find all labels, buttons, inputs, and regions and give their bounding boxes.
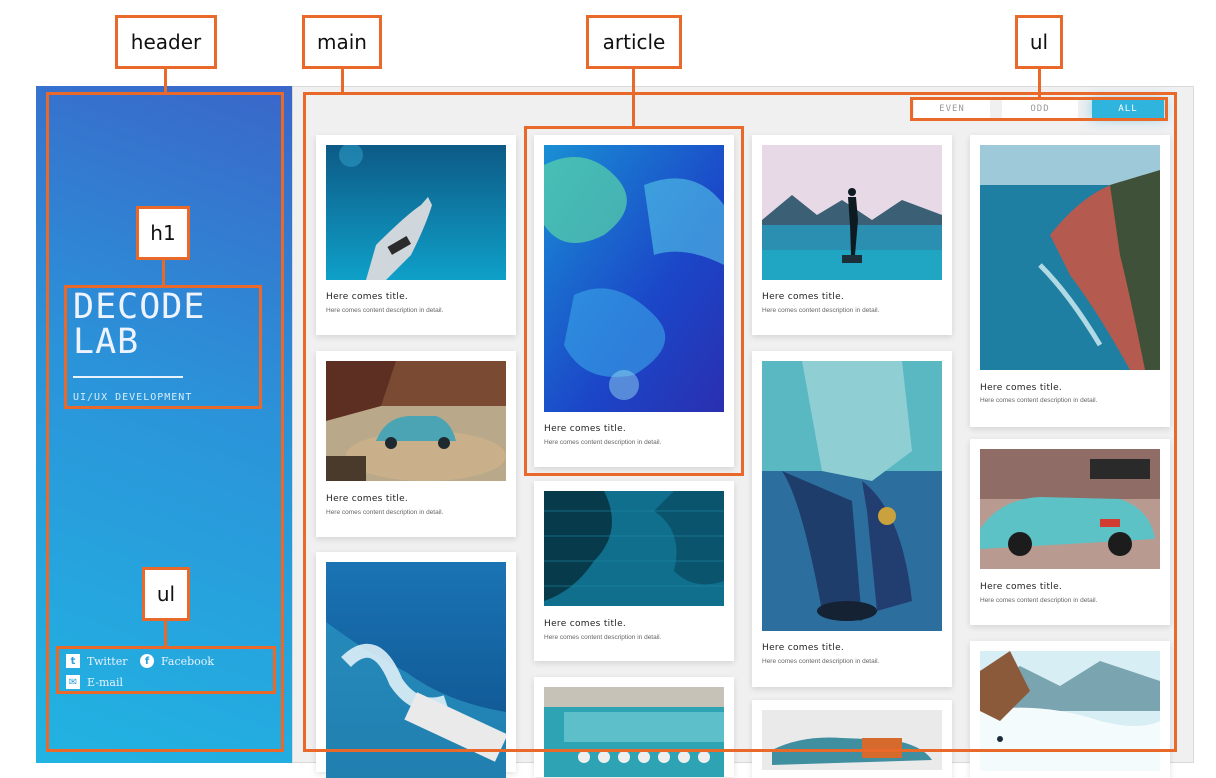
- card-image-vintage-car-road: [762, 710, 942, 770]
- card-title: Here comes title.: [762, 643, 845, 653]
- logo-subtitle: UI/UX DEVELOPMENT: [73, 392, 193, 403]
- card-description: Here comes content description in detail…: [980, 597, 1098, 604]
- card-description: Here comes content description in detail…: [762, 307, 880, 314]
- filter-even-button[interactable]: EVEN: [914, 100, 990, 118]
- gallery-card[interactable]: Here comes title. Here comes content des…: [752, 135, 952, 335]
- card-image-man-tying-shoe: [762, 361, 942, 631]
- gallery-card[interactable]: Here comes title. Here comes content des…: [316, 351, 516, 537]
- card-image-shadow-brick-wall: [544, 491, 724, 606]
- gallery-card[interactable]: Here comes title. Here comes content des…: [534, 135, 734, 467]
- card-title: Here comes title.: [980, 383, 1063, 393]
- twitter-label: Twitter: [87, 654, 128, 668]
- annotation-label-ul-social: ul: [142, 567, 190, 621]
- card-image-lake-mountains: [762, 145, 942, 280]
- card-image-snowy-mountain: [980, 651, 1160, 771]
- site-logo-title[interactable]: DECODE LAB: [73, 290, 258, 360]
- card-image-typewriter: [544, 687, 724, 777]
- social-twitter-link[interactable]: t Twitter: [66, 654, 128, 668]
- annotation-label-header: header: [115, 15, 217, 69]
- card-image-sea-cliffs: [980, 145, 1160, 370]
- mail-icon: ✉: [66, 675, 80, 689]
- card-description: Here comes content description in detail…: [980, 397, 1098, 404]
- card-image-classic-car-street: [980, 449, 1160, 569]
- card-image-beetle-car: [326, 361, 506, 481]
- card-description: Here comes content description in detail…: [326, 509, 444, 516]
- annotation-label-ul-filter: ul: [1015, 15, 1063, 69]
- filter-all-button[interactable]: ALL: [1092, 100, 1164, 118]
- annotation-connector: [1038, 68, 1041, 98]
- screenshot-stage: DECODE LAB UI/UX DEVELOPMENT t Twitter f…: [0, 0, 1216, 778]
- facebook-icon: f: [140, 654, 154, 668]
- gallery-card[interactable]: Here comes title. Here comes content des…: [316, 135, 516, 335]
- annotation-label-h1: h1: [136, 206, 190, 260]
- annotation-connector: [162, 259, 165, 286]
- annotation-connector: [164, 620, 167, 647]
- annotation-connector: [632, 68, 635, 127]
- gallery-card[interactable]: [970, 641, 1170, 778]
- social-facebook-link[interactable]: f Facebook: [140, 654, 214, 668]
- gallery-card[interactable]: [316, 552, 516, 778]
- card-description: Here comes content description in detail…: [544, 634, 662, 641]
- card-description: Here comes content description in detail…: [762, 658, 880, 665]
- card-image-ocean-pool: [326, 562, 506, 778]
- card-title: Here comes title.: [544, 619, 627, 629]
- social-email-link[interactable]: ✉ E-mail: [66, 675, 123, 689]
- email-label: E-mail: [87, 675, 123, 689]
- card-title: Here comes title.: [762, 292, 845, 302]
- annotation-label-article: article: [586, 15, 682, 69]
- gallery-card[interactable]: Here comes title. Here comes content des…: [970, 135, 1170, 427]
- gallery-card[interactable]: Here comes title. Here comes content des…: [752, 351, 952, 687]
- logo-divider: [73, 376, 183, 378]
- gallery-card[interactable]: Here comes title. Here comes content des…: [970, 439, 1170, 625]
- gallery-card[interactable]: Here comes title. Here comes content des…: [534, 481, 734, 661]
- card-title: Here comes title.: [544, 424, 627, 434]
- card-image-abstract-marble: [544, 145, 724, 412]
- card-description: Here comes content description in detail…: [326, 307, 444, 314]
- twitter-icon: t: [66, 654, 80, 668]
- card-image-underwater-hand: [326, 145, 506, 280]
- card-title: Here comes title.: [326, 292, 409, 302]
- annotation-connector: [341, 68, 344, 93]
- card-title: Here comes title.: [326, 494, 409, 504]
- logo-line-2: LAB: [73, 322, 140, 362]
- gallery-card[interactable]: [752, 700, 952, 778]
- logo-line-1: DECODE: [73, 287, 206, 327]
- card-description: Here comes content description in detail…: [544, 439, 662, 446]
- facebook-label: Facebook: [161, 654, 215, 668]
- filter-odd-button[interactable]: ODD: [1002, 100, 1078, 118]
- gallery-card[interactable]: [534, 677, 734, 777]
- annotation-connector: [164, 68, 167, 93]
- annotation-label-main: main: [302, 15, 382, 69]
- card-title: Here comes title.: [980, 582, 1063, 592]
